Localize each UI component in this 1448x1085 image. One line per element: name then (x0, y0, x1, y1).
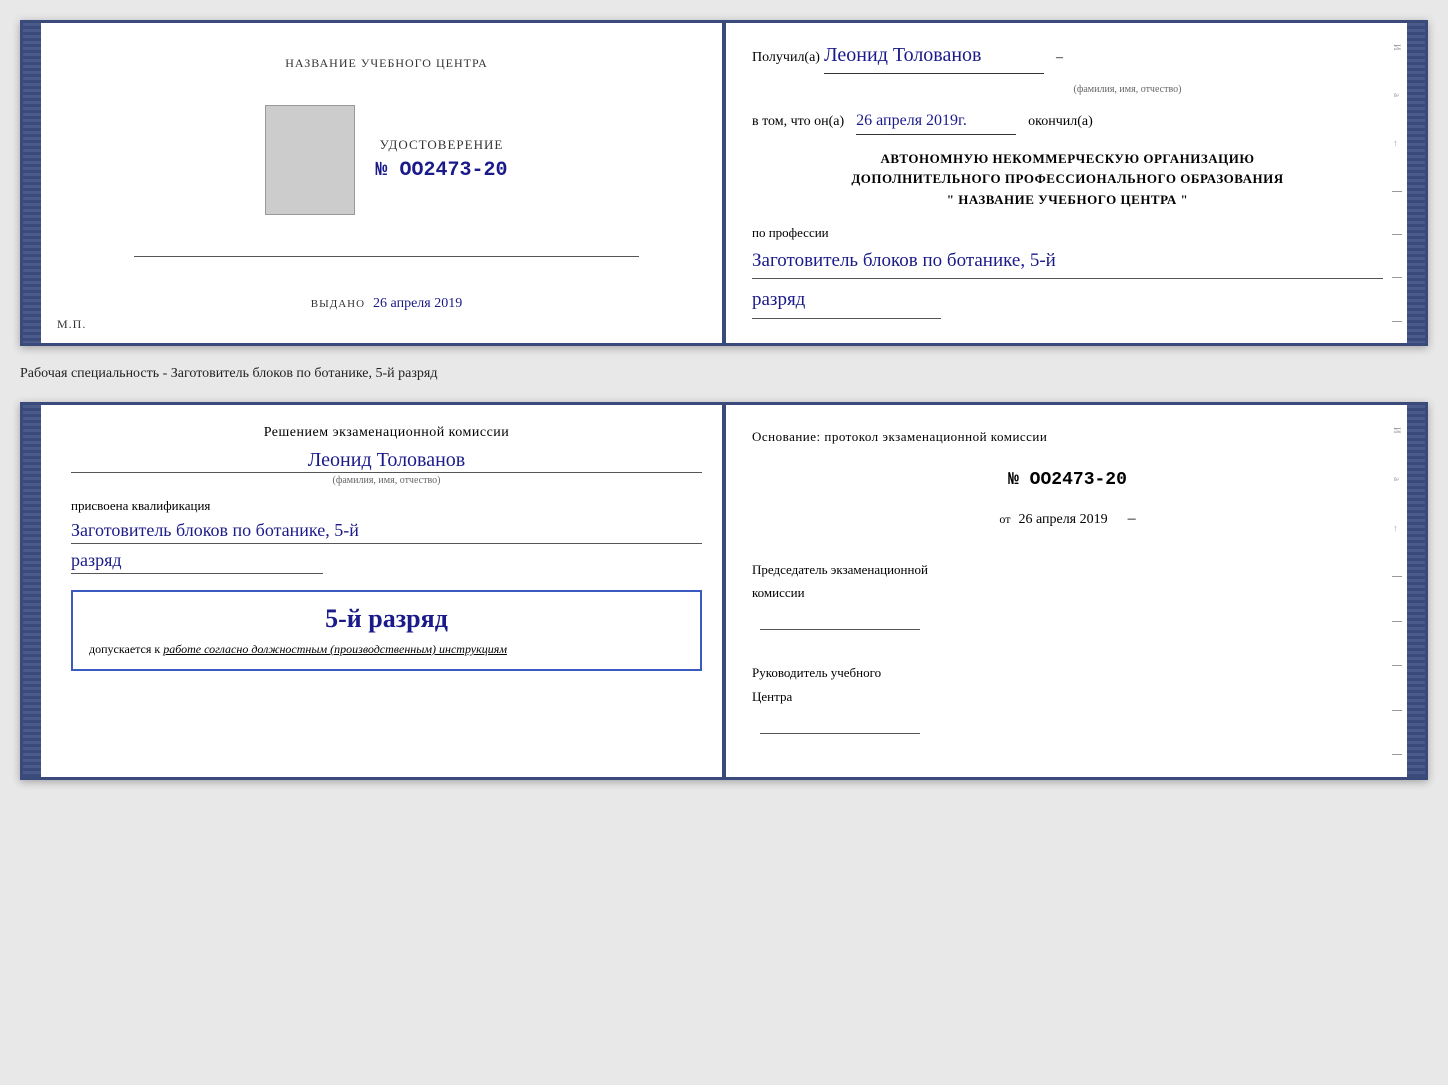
head-signature-line (760, 733, 920, 734)
cert-title-label: УДОСТОВЕРЕНИЕ (375, 137, 507, 153)
head-line1: Руководитель учебного (752, 661, 1383, 684)
lower-right-side-decoration: И а ← (1391, 405, 1403, 777)
issued-label: Выдано (311, 298, 365, 310)
chairman-signature-line (760, 629, 920, 630)
profession-block: по профессии Заготовитель блоков по бота… (752, 223, 1383, 319)
left-spine (23, 23, 41, 343)
org-block: АВТОНОМНУЮ НЕКОММЕРЧЕСКУЮ ОРГАНИЗАЦИЮ ДО… (752, 149, 1383, 211)
chairman-block: Председатель экзаменационной комиссии (752, 558, 1383, 642)
org-line2: ДОПОЛНИТЕЛЬНОГО ПРОФЕССИОНАЛЬНОГО ОБРАЗО… (752, 169, 1383, 190)
from-row: от 26 апреля 2019 – (752, 505, 1383, 534)
fio-hint-upper: (фамилия, имя, отчество) (872, 82, 1383, 98)
assigned-label: присвоена квалификация (71, 498, 702, 514)
dash-symbol: – (1056, 47, 1063, 69)
org-line3: " НАЗВАНИЕ УЧЕБНОГО ЦЕНТРА " (752, 190, 1383, 211)
qualification-badge-box: 5-й разряд допускается к работе согласно… (71, 590, 702, 671)
lower-right-page: Основание: протокол экзаменационной коми… (732, 405, 1407, 777)
upper-document: НАЗВАНИЕ УЧЕБНОГО ЦЕНТРА УДОСТОВЕРЕНИЕ №… (20, 20, 1428, 346)
right-side-decoration: И а ← (1391, 23, 1403, 343)
right-spine (1407, 23, 1425, 343)
from-label: от (999, 512, 1010, 526)
finished-label: окончил(а) (1028, 111, 1093, 133)
issued-date: 26 апреля 2019 (373, 296, 462, 311)
head-block: Руководитель учебного Центра (752, 661, 1383, 745)
lower-qualification: Заготовитель блоков по ботанике, 5-й (71, 520, 702, 544)
lower-razryad: разряд (71, 550, 323, 574)
org-line1: АВТОНОМНУЮ НЕКОММЕРЧЕСКУЮ ОРГАНИЗАЦИЮ (752, 149, 1383, 170)
in-that-label: в том, что он(а) (752, 111, 844, 133)
допускается-row: допускается к работе согласно должностны… (89, 642, 684, 657)
mp-label: М.П. (57, 317, 86, 331)
in-that-row: в том, что он(а) 26 апреля 2019г. окончи… (752, 108, 1383, 135)
lower-left-page: Решением экзаменационной комиссии Леонид… (41, 405, 732, 777)
chairman-line1: Председатель экзаменационной (752, 558, 1383, 581)
qualification-badge: 5-й разряд (89, 604, 684, 634)
lower-fio-hint: (фамилия, имя, отчество) (71, 475, 702, 486)
head-line2: Центра (752, 685, 1383, 708)
profession-text: Заготовитель блоков по ботанике, 5-й (752, 246, 1383, 279)
upper-left-title: НАЗВАНИЕ УЧЕБНОГО ЦЕНТРА (285, 54, 488, 72)
upper-right-page: Получил(а) Леонид Толованов – (фамилия, … (732, 23, 1407, 343)
допускается-text: работе согласно должностным (производств… (163, 642, 507, 656)
recipient-fio: Леонид Толованов (824, 39, 1044, 74)
decision-label: Решением экзаменационной комиссии (71, 425, 702, 441)
basis-label: Основание: протокол экзаменационной коми… (752, 425, 1383, 448)
lower-fio: Леонид Толованов (308, 449, 466, 471)
chairman-line2: комиссии (752, 581, 1383, 604)
razryad-text-upper: разряд (752, 285, 941, 318)
lower-document: Решением экзаменационной комиссии Леонид… (20, 402, 1428, 780)
completion-date: 26 апреля 2019г. (856, 108, 1016, 135)
photo-placeholder (265, 105, 355, 215)
received-row: Получил(а) Леонид Толованов – (752, 39, 1383, 74)
from-date: 26 апреля 2019 (1018, 512, 1107, 527)
lower-left-spine (23, 405, 41, 777)
protocol-number: № OO2473-20 (752, 464, 1383, 496)
допускается-label: допускается к (89, 642, 160, 656)
lower-right-spine (1407, 405, 1425, 777)
upper-left-page: НАЗВАНИЕ УЧЕБНОГО ЦЕНТРА УДОСТОВЕРЕНИЕ №… (41, 23, 732, 343)
profession-label: по профессии (752, 223, 1383, 244)
specialty-info: Рабочая специальность - Заготовитель бло… (20, 362, 1428, 386)
received-label: Получил(а) (752, 47, 820, 69)
from-dash: – (1128, 510, 1136, 527)
cert-number: № OO2473-20 (375, 159, 507, 182)
